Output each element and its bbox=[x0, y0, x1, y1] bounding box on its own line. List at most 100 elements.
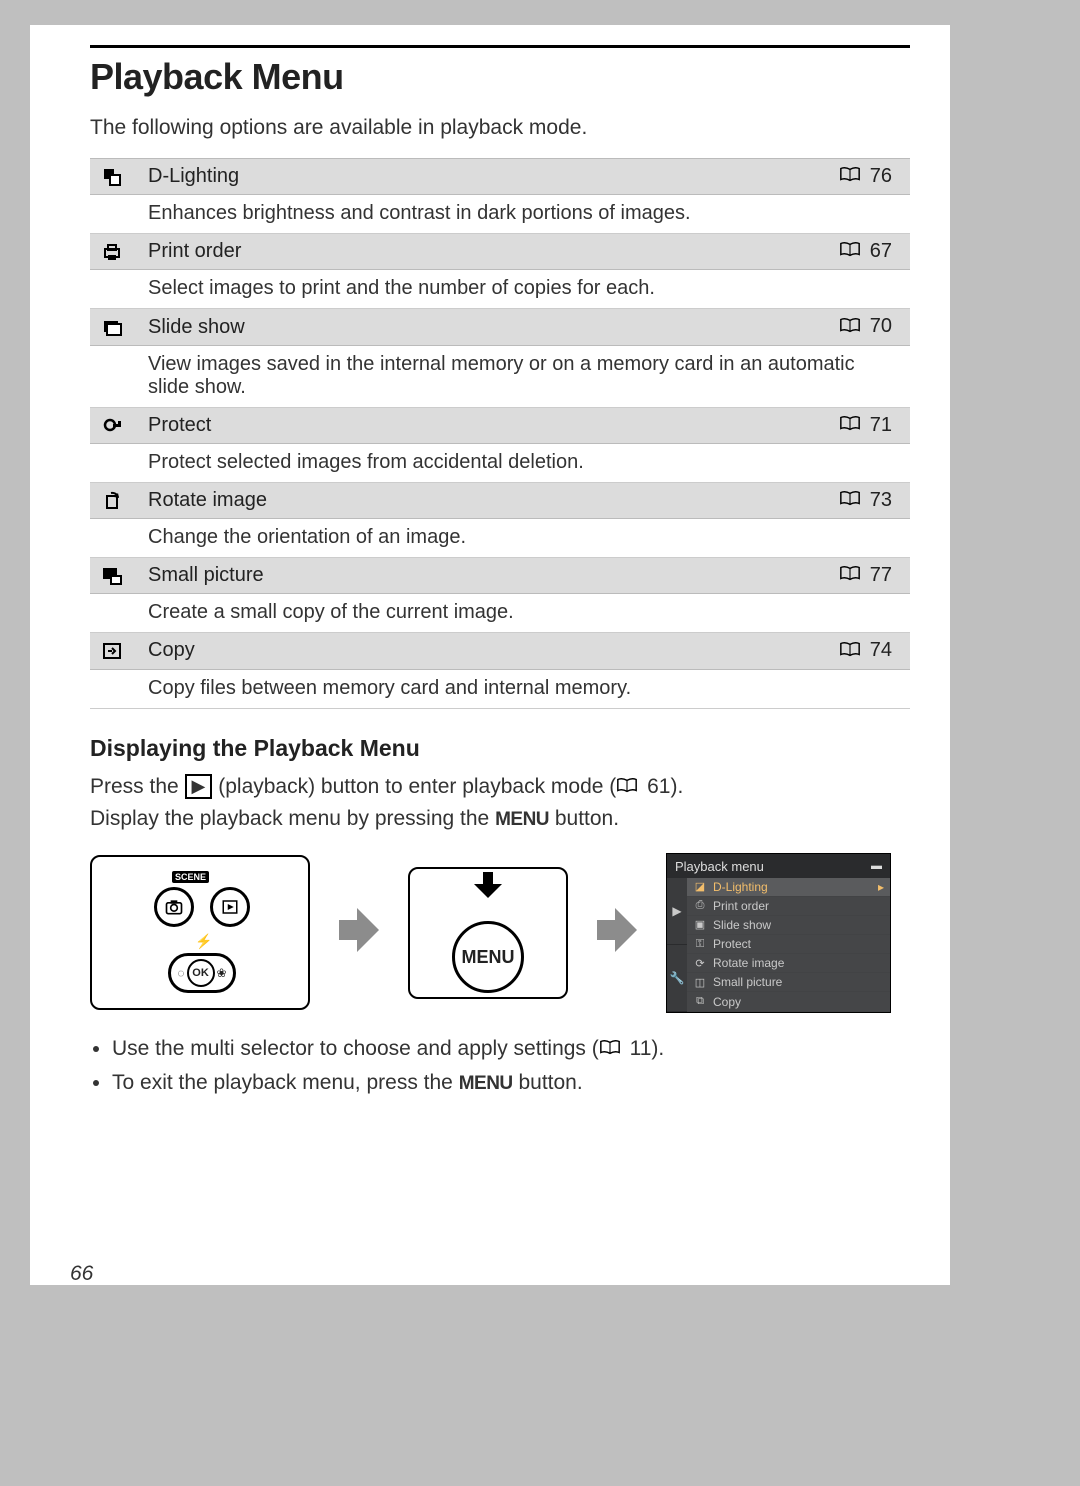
lcd-title: Playback menu bbox=[675, 859, 764, 874]
book-icon bbox=[839, 165, 861, 188]
subheading: Displaying the Playback Menu bbox=[90, 735, 910, 762]
option-head-row: D-Lighting 76 bbox=[90, 159, 910, 195]
option-name: Rotate image bbox=[136, 482, 820, 518]
option-name: Print order bbox=[136, 234, 820, 270]
option-desc: Protect selected images from accidental … bbox=[136, 443, 910, 482]
para-2: Display the playback menu by pressing th… bbox=[90, 804, 910, 834]
book-icon bbox=[839, 640, 861, 663]
book-icon bbox=[839, 414, 861, 437]
small-icon: ◫ bbox=[693, 976, 707, 989]
top-rule bbox=[90, 45, 910, 48]
dlighting-icon: ◪ bbox=[693, 880, 707, 893]
option-head-row: Copy 74 bbox=[90, 633, 910, 669]
ok-button-icon: OK bbox=[187, 959, 215, 987]
menu-word: MENU bbox=[495, 809, 549, 830]
page-title: Playback Menu bbox=[90, 56, 910, 98]
option-desc-row: Copy files between memory card and inter… bbox=[90, 669, 910, 708]
option-desc: Create a small copy of the current image… bbox=[136, 594, 910, 633]
page-ref: 77 bbox=[820, 558, 910, 594]
slide-icon bbox=[90, 309, 136, 345]
option-desc: Change the orientation of an image. bbox=[136, 519, 910, 558]
lcd-item-label: Protect bbox=[713, 937, 751, 951]
page-ref: 73 bbox=[820, 482, 910, 518]
ok-ring: ◌ OK ❀ bbox=[168, 953, 236, 993]
lcd-item-label: Rotate image bbox=[713, 956, 784, 970]
book-icon bbox=[839, 240, 861, 263]
option-desc: Select images to print and the number of… bbox=[136, 270, 910, 309]
lcd-preview: Playback menu ▬ ▶ 🔧 ◪ D-Lighting ▸ ⎙Print o… bbox=[666, 853, 891, 1013]
figure-row: SCENE ⚡ ◌ OK ❀ bbox=[90, 853, 910, 1013]
book-icon bbox=[839, 489, 861, 512]
option-desc-row: Select images to print and the number of… bbox=[90, 270, 910, 309]
playback-icon: ▶ bbox=[185, 774, 213, 799]
lcd-item-label: Copy bbox=[713, 995, 741, 1009]
arrow-right-icon bbox=[596, 905, 638, 960]
book-icon bbox=[616, 772, 638, 802]
camera-icon bbox=[154, 887, 194, 927]
para-1: Press the ▶ (playback) button to enter p… bbox=[90, 772, 910, 803]
page: More on Playback Playback Menu The follo… bbox=[0, 0, 1080, 1486]
lcd-menu-item: ⎙Print order bbox=[687, 897, 890, 916]
flash-icon: ⚡ bbox=[195, 933, 212, 950]
option-head-row: Print order 67 bbox=[90, 234, 910, 270]
bullet-1: Use the multi selector to choose and app… bbox=[112, 1033, 910, 1065]
menu-word: MENU bbox=[459, 1073, 513, 1094]
option-desc: View images saved in the internal memory… bbox=[136, 345, 910, 407]
option-desc: Copy files between memory card and inter… bbox=[136, 669, 910, 708]
content-area: Playback Menu The following options are … bbox=[30, 25, 950, 1285]
lcd-menu-item: ⧉ Copy bbox=[687, 992, 890, 1011]
option-desc-row: Enhances brightness and contrast in dark… bbox=[90, 195, 910, 234]
small-icon bbox=[90, 558, 136, 594]
scene-label: SCENE bbox=[172, 871, 209, 883]
option-desc-row: Create a small copy of the current image… bbox=[90, 594, 910, 633]
menu-button-figure: MENU bbox=[408, 867, 568, 999]
option-head-row: Slide show 70 bbox=[90, 309, 910, 345]
menu-button-circle: MENU bbox=[452, 921, 524, 993]
lcd-item-label: Print order bbox=[713, 899, 769, 913]
page-ref: 74 bbox=[820, 633, 910, 669]
book-icon bbox=[839, 564, 861, 587]
lcd-menu-item: ⚿ Protect bbox=[687, 935, 890, 954]
protect-icon bbox=[90, 407, 136, 443]
rotate-icon bbox=[90, 482, 136, 518]
option-head-row: Rotate image 73 bbox=[90, 482, 910, 518]
bullet-2: To exit the playback menu, press the MEN… bbox=[112, 1067, 910, 1099]
lcd-item-label: D-Lighting bbox=[713, 880, 768, 894]
page-ref: 71 bbox=[820, 407, 910, 443]
lcd-item-label: Small picture bbox=[713, 975, 782, 989]
book-icon bbox=[839, 316, 861, 339]
option-desc-row: View images saved in the internal memory… bbox=[90, 345, 910, 407]
lcd-menu-item: ◪ D-Lighting ▸ bbox=[687, 878, 890, 897]
slide-icon: ▣ bbox=[693, 918, 707, 931]
camera-back-figure: SCENE ⚡ ◌ OK ❀ bbox=[90, 855, 310, 1010]
lcd-item-label: Slide show bbox=[713, 918, 771, 932]
protect-icon: ⚿ bbox=[693, 938, 707, 951]
option-head-row: Protect 71 bbox=[90, 407, 910, 443]
lcd-tab-setup-icon: 🔧 bbox=[667, 945, 687, 1012]
bullet-list: Use the multi selector to choose and app… bbox=[112, 1033, 910, 1099]
dlighting-icon bbox=[90, 159, 136, 195]
lcd-menu-list: ◪ D-Lighting ▸ ⎙Print order ▣ Slide show ⚿ Prot… bbox=[687, 878, 890, 1012]
lcd-tab-play-icon: ▶ bbox=[667, 878, 687, 945]
page-ref: 70 bbox=[820, 309, 910, 345]
option-desc: Enhances brightness and contrast in dark… bbox=[136, 195, 910, 234]
page-number: 66 bbox=[70, 1262, 93, 1286]
page-ref: 76 bbox=[820, 159, 910, 195]
option-name: Slide show bbox=[136, 309, 820, 345]
book-icon bbox=[599, 1033, 621, 1065]
option-name: Protect bbox=[136, 407, 820, 443]
option-head-row: Small picture 77 bbox=[90, 558, 910, 594]
option-desc-row: Protect selected images from accidental … bbox=[90, 443, 910, 482]
option-name: D-Lighting bbox=[136, 159, 820, 195]
page-ref: 67 bbox=[820, 234, 910, 270]
playback-dial-icon bbox=[210, 887, 250, 927]
chevron-right-icon: ▸ bbox=[878, 880, 884, 894]
intro-text: The following options are available in p… bbox=[90, 116, 910, 140]
lcd-menu-item: ◫ Small picture bbox=[687, 973, 890, 992]
copy-icon bbox=[90, 633, 136, 669]
options-table: D-Lighting 76Enhances brightness and con… bbox=[90, 158, 910, 709]
copy-icon: ⧉ bbox=[693, 995, 707, 1008]
lcd-side-tabs: ▶ 🔧 bbox=[667, 878, 687, 1012]
battery-icon: ▬ bbox=[871, 860, 882, 872]
lcd-menu-item: ▣ Slide show bbox=[687, 916, 890, 935]
